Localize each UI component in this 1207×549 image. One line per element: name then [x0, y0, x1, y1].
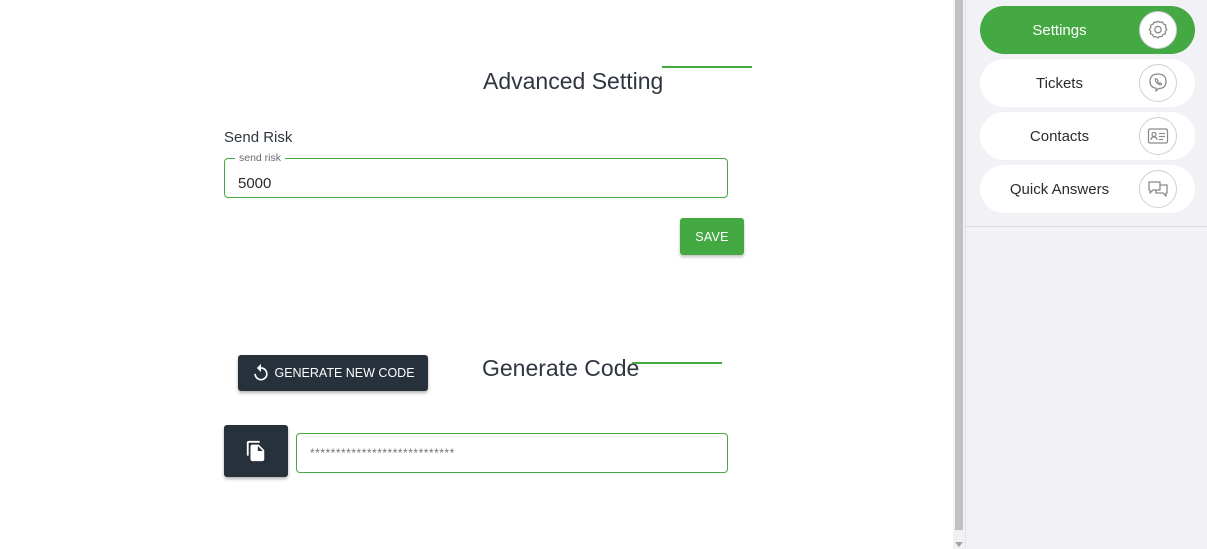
sidebar-item-label: Contacts — [1029, 127, 1090, 145]
sidebar-item-label: Quick Answers — [1009, 180, 1110, 198]
generated-code-field — [296, 433, 728, 473]
generate-new-code-label: GENERATE NEW CODE — [274, 366, 415, 380]
vertical-scrollbar[interactable] — [953, 0, 965, 549]
sidebar-item-settings[interactable]: Settings — [980, 6, 1195, 54]
copy-code-button[interactable] — [224, 425, 288, 477]
viber-phone-icon — [1139, 64, 1177, 102]
title-accent-line — [662, 66, 752, 68]
send-risk-label: Send Risk — [224, 129, 293, 146]
contact-card-icon — [1139, 117, 1177, 155]
scroll-down-arrow-icon[interactable] — [955, 542, 963, 547]
title-accent-line-2 — [632, 362, 722, 364]
send-risk-fieldset: send risk — [224, 152, 728, 198]
sidebar-divider — [966, 226, 1207, 227]
refresh-icon — [254, 363, 269, 381]
main-content: Advanced Setting Send Risk send risk SAV… — [0, 0, 953, 549]
sidebar-item-tickets[interactable]: Tickets — [980, 59, 1195, 107]
sidebar-item-label: Tickets — [1036, 74, 1083, 92]
generate-code-title: Generate Code — [482, 355, 640, 381]
send-risk-input[interactable] — [225, 159, 727, 197]
generated-code-input[interactable] — [297, 434, 727, 472]
chat-bubbles-icon — [1139, 170, 1177, 208]
gear-icon — [1139, 11, 1177, 49]
app-root: Advanced Setting Send Risk send risk SAV… — [0, 0, 1207, 549]
copy-icon — [246, 440, 265, 462]
sidebar-item-label: Settings — [1032, 21, 1087, 39]
scrollbar-thumb[interactable] — [955, 0, 963, 530]
sidebar-item-quick-answers[interactable]: Quick Answers — [980, 165, 1195, 213]
sidebar-item-contacts[interactable]: Contacts — [980, 112, 1195, 160]
generate-new-code-button[interactable]: GENERATE NEW CODE — [238, 355, 428, 391]
save-button[interactable]: SAVE — [680, 218, 744, 255]
advanced-setting-title: Advanced Setting — [483, 68, 664, 94]
sidebar: Settings Tickets Contacts Quick Answers — [965, 0, 1207, 549]
